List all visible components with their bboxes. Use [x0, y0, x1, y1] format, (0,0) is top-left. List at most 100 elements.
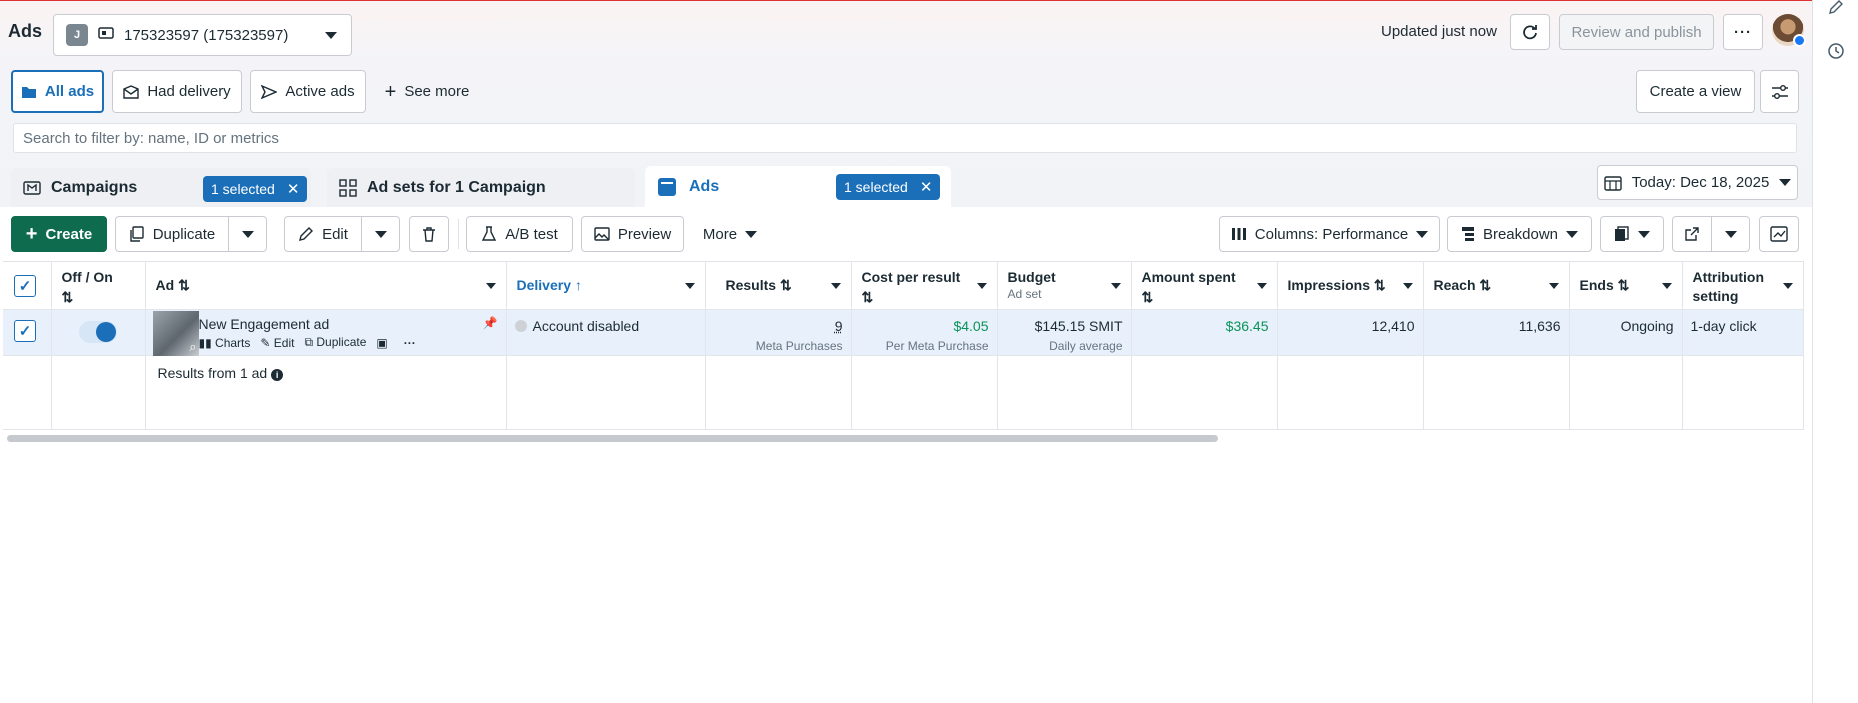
history-icon[interactable] [1825, 40, 1847, 62]
preview-button[interactable]: Preview [581, 216, 684, 252]
chevron-down-icon[interactable] [1256, 283, 1267, 289]
row-checkbox[interactable]: ✓ [14, 320, 36, 342]
sort-icon: ⇅ [1479, 277, 1492, 293]
ads-selected-badge[interactable]: 1 selected ✕ [836, 174, 941, 200]
col-ends[interactable]: Ends ⇅ [1569, 261, 1683, 310]
duplicate-dropdown[interactable] [228, 216, 267, 252]
chevron-down-icon [1566, 230, 1579, 238]
col-reach[interactable]: Reach ⇅ [1423, 261, 1570, 310]
col-attribution[interactable]: Attribution setting [1682, 261, 1804, 310]
sort-icon: ⇅ [61, 289, 74, 305]
view-settings-button[interactable] [1760, 70, 1799, 113]
more-options-button[interactable]: ··· [1723, 14, 1763, 50]
filter-all-ads[interactable]: All ads [11, 70, 104, 113]
chevron-down-icon[interactable] [1782, 283, 1793, 289]
review-publish-button[interactable]: Review and publish [1559, 14, 1714, 50]
pencil-icon[interactable] [1825, 0, 1847, 18]
ab-test-button[interactable]: A/B test [466, 216, 573, 252]
col-delivery[interactable]: Delivery ↑ [506, 261, 706, 310]
col-amount-spent[interactable]: Amount spent ⇅ [1131, 261, 1278, 310]
row-select-cell[interactable]: ✓ [3, 309, 52, 356]
columns-button[interactable]: Columns: Performance [1219, 216, 1440, 252]
col-ad[interactable]: Ad ⇅ [145, 261, 507, 310]
see-more-button[interactable]: + See more [374, 70, 480, 113]
col-results[interactable]: Results ⇅ [705, 261, 852, 310]
image-icon[interactable]: ▣ [376, 336, 387, 350]
export-dropdown[interactable] [1711, 216, 1750, 252]
impressions-cell: 12,410 [1277, 309, 1424, 356]
chevron-down-icon[interactable] [485, 283, 496, 289]
tab-adsets[interactable]: Ad sets for 1 Campaign [327, 168, 635, 208]
chevron-down-icon[interactable] [830, 283, 841, 289]
col-budget[interactable]: Budget Ad set [997, 261, 1132, 310]
table-row[interactable]: ✓ ⌕ New Engagement ad 📌 ▮▮ Charts ✎ Edit… [3, 309, 1804, 356]
sort-asc-icon: ↑ [574, 277, 582, 293]
charts-toggle-button[interactable] [1759, 216, 1799, 252]
edit-link[interactable]: ✎ Edit [260, 336, 294, 350]
create-view-button[interactable]: Create a view [1636, 70, 1755, 113]
charts-link[interactable]: ▮▮ Charts [199, 336, 251, 350]
col-impressions[interactable]: Impressions ⇅ [1277, 261, 1424, 310]
chevron-down-icon [1779, 179, 1792, 186]
envelope-icon [123, 84, 140, 99]
copy-icon [130, 226, 144, 242]
ad-name[interactable]: New Engagement ad [199, 316, 330, 332]
account-selector[interactable]: J 175323597 (175323597) [53, 14, 352, 56]
more-button[interactable]: More [694, 216, 766, 252]
more-horizontal-icon[interactable]: ··· [404, 336, 416, 350]
right-rail [1812, 0, 1858, 703]
account-avatar: J [66, 24, 88, 46]
pin-icon[interactable]: 📌 [483, 316, 498, 330]
flag-icon [23, 181, 41, 195]
account-icon [98, 26, 114, 44]
close-icon[interactable]: ✕ [920, 178, 933, 196]
date-range-picker[interactable]: Today: Dec 18, 2025 [1597, 165, 1798, 200]
results-value[interactable]: 9 [835, 318, 843, 334]
results-cell: 9 Meta Purchases [705, 309, 852, 356]
chevron-down-icon[interactable] [1661, 283, 1672, 289]
duplicate-button[interactable]: Duplicate [115, 216, 229, 252]
duplicate-link[interactable]: ⧉ Duplicate [304, 335, 366, 350]
delivery-cell: Account disabled [506, 309, 706, 356]
ad-icon [658, 178, 676, 196]
ad-thumbnail[interactable]: ⌕ [152, 311, 199, 356]
filter-had-delivery[interactable]: Had delivery [112, 70, 242, 113]
create-button[interactable]: + Create [11, 216, 107, 252]
col-cost-per-result[interactable]: Cost per result ⇅ [851, 261, 998, 310]
search-input[interactable]: Search to filter by: name, ID or metrics [13, 123, 1797, 153]
facebook-badge-icon [1793, 34, 1806, 47]
toolbar-divider [458, 219, 459, 249]
row-toggle-cell[interactable] [51, 309, 146, 356]
reports-button[interactable] [1600, 216, 1664, 252]
chevron-down-icon[interactable] [1110, 283, 1121, 289]
breakdown-button[interactable]: Breakdown [1447, 216, 1592, 252]
edit-dropdown[interactable] [361, 216, 400, 252]
horizontal-scrollbar[interactable] [7, 435, 1218, 442]
select-all-cell[interactable]: ✓ [3, 261, 52, 310]
ad-name-cell[interactable]: ⌕ New Engagement ad 📌 ▮▮ Charts ✎ Edit ⧉… [145, 309, 507, 356]
chevron-down-icon[interactable] [1548, 283, 1559, 289]
account-name: 175323597 (175323597) [124, 26, 289, 44]
ad-toggle[interactable] [78, 321, 117, 343]
delete-button[interactable] [409, 216, 449, 252]
campaigns-selected-badge[interactable]: 1 selected ✕ [203, 176, 308, 202]
trend-chart-icon [1770, 226, 1788, 242]
tab-ads[interactable]: Ads 1 selected ✕ [645, 166, 951, 208]
results-summary-row: Results from 1 ad i [3, 355, 1804, 430]
more-horizontal-icon: ··· [1734, 23, 1752, 41]
info-icon[interactable]: i [271, 369, 284, 381]
select-all-checkbox[interactable]: ✓ [14, 275, 36, 297]
columns-icon [1231, 228, 1246, 240]
calendar-icon [1604, 175, 1622, 191]
chevron-down-icon[interactable] [1402, 283, 1413, 289]
chevron-down-icon[interactable] [684, 283, 695, 289]
export-button[interactable] [1672, 216, 1712, 252]
close-icon[interactable]: ✕ [287, 180, 300, 198]
tab-campaigns[interactable]: Campaigns 1 selected ✕ [11, 168, 311, 208]
filter-active-ads[interactable]: Active ads [250, 70, 366, 113]
flask-icon [482, 226, 497, 241]
chevron-down-icon[interactable] [976, 283, 987, 289]
edit-button[interactable]: Edit [284, 216, 362, 252]
refresh-button[interactable] [1510, 14, 1550, 50]
col-off-on[interactable]: Off / On ⇅ [51, 261, 146, 310]
